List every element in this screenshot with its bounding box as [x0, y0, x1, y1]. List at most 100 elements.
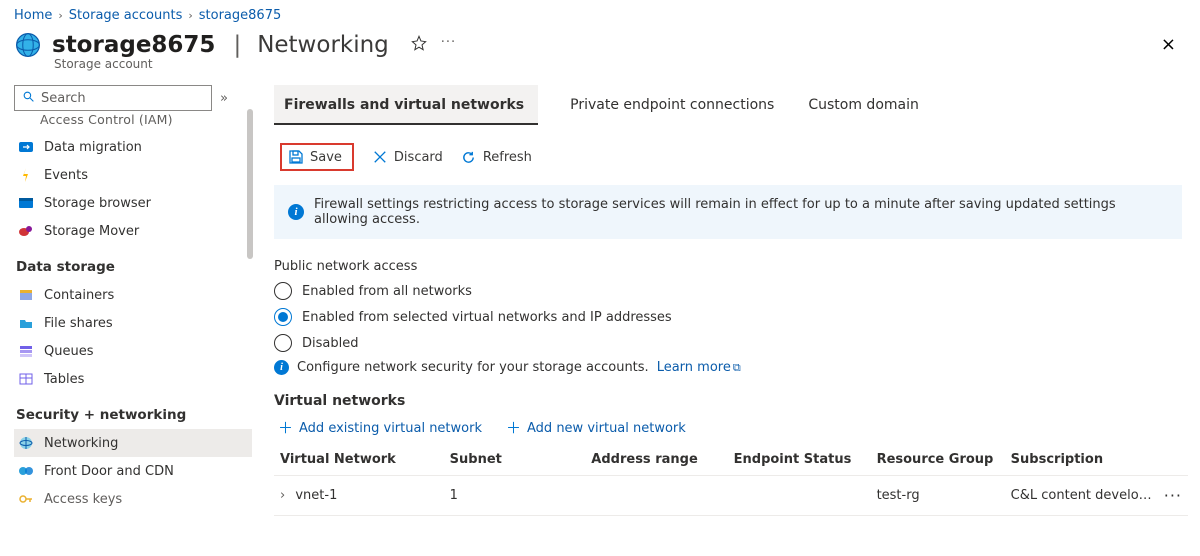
- info-icon: i: [288, 204, 304, 220]
- page-title: storage8675: [52, 32, 215, 58]
- breadcrumb-home[interactable]: Home: [14, 8, 52, 23]
- sidebar-item-label: Queues: [44, 344, 93, 359]
- plus-icon: ＋: [278, 421, 293, 436]
- sidebar-item-label: Storage Mover: [44, 224, 139, 239]
- sidebar-section-data-storage: Data storage: [16, 259, 252, 275]
- col-subscription: Subscription: [1005, 444, 1158, 476]
- main-content: Firewalls and virtual networks Private e…: [254, 79, 1200, 551]
- refresh-button[interactable]: Refresh: [461, 149, 532, 165]
- sidebar-item-file-shares[interactable]: File shares: [14, 309, 252, 337]
- front-door-icon: [18, 463, 34, 479]
- collapse-sidebar-button[interactable]: «: [220, 91, 228, 106]
- cell-virtual-network: vnet-1: [295, 488, 337, 503]
- discard-label: Discard: [394, 150, 443, 165]
- radio-label: Disabled: [302, 336, 358, 351]
- sidebar-item-access-control[interactable]: Access Control (IAM): [14, 112, 252, 133]
- tab-strip: Firewalls and virtual networks Private e…: [274, 83, 1188, 127]
- close-blade-button[interactable]: ×: [1161, 36, 1176, 54]
- cell-resource-group: test-rg: [871, 476, 1005, 516]
- cell-subnet: 1: [444, 476, 586, 516]
- virtual-networks-actions: ＋ Add existing virtual network ＋ Add new…: [278, 421, 1188, 436]
- sidebar-item-front-door[interactable]: Front Door and CDN: [14, 457, 252, 485]
- radio-label: Enabled from all networks: [302, 284, 472, 299]
- radio-disabled[interactable]: Disabled: [274, 334, 1188, 352]
- cell-endpoint-status: [728, 476, 871, 516]
- sidebar-item-storage-browser[interactable]: Storage browser: [14, 189, 252, 217]
- more-horizontal-icon[interactable]: ···: [441, 35, 456, 55]
- search-icon: [22, 90, 35, 107]
- tab-private-endpoints[interactable]: Private endpoint connections: [568, 85, 776, 125]
- col-resource-group: Resource Group: [871, 444, 1005, 476]
- sidebar-item-label: Networking: [44, 436, 118, 451]
- vnet-table: Virtual Network Subnet Address range End…: [274, 444, 1188, 516]
- chevron-right-icon: ›: [58, 9, 62, 22]
- virtual-networks-heading: Virtual networks: [274, 393, 1188, 409]
- table-row[interactable]: › vnet-1 1 test-rg C&L content develo… ·…: [274, 476, 1188, 516]
- chevron-right-icon: ›: [188, 9, 192, 22]
- sidebar-item-events[interactable]: Events: [14, 161, 252, 189]
- table-header-row: Virtual Network Subnet Address range End…: [274, 444, 1188, 476]
- save-label: Save: [310, 150, 342, 165]
- sidebar-item-access-keys[interactable]: Access keys: [14, 485, 252, 513]
- tab-custom-domain[interactable]: Custom domain: [806, 85, 921, 125]
- sidebar-item-label: Tables: [44, 372, 84, 387]
- refresh-label: Refresh: [483, 150, 532, 165]
- link-label: Add new virtual network: [527, 421, 686, 436]
- discard-icon: [372, 149, 388, 165]
- sidebar-item-label: File shares: [44, 316, 113, 331]
- info-text: Firewall settings restricting access to …: [314, 197, 1168, 227]
- radio-enabled-all[interactable]: Enabled from all networks: [274, 282, 1188, 300]
- sidebar-search[interactable]: Search: [14, 85, 212, 111]
- discard-button[interactable]: Discard: [372, 149, 443, 165]
- link-label: Add existing virtual network: [299, 421, 482, 436]
- tables-icon: [18, 371, 34, 387]
- networking-icon: [18, 435, 34, 451]
- containers-icon: [18, 287, 34, 303]
- sidebar-item-networking[interactable]: Networking: [14, 429, 252, 457]
- breadcrumb-current[interactable]: storage8675: [199, 8, 281, 23]
- col-address-range: Address range: [585, 444, 727, 476]
- sidebar-item-data-migration[interactable]: Data migration: [14, 133, 252, 161]
- sidebar-item-label: Containers: [44, 288, 114, 303]
- events-icon: [18, 167, 34, 183]
- sidebar-item-label: Data migration: [44, 140, 142, 155]
- sidebar-item-tables[interactable]: Tables: [14, 365, 252, 393]
- external-link-icon: ⧉: [733, 361, 741, 374]
- sidebar-scrollbar[interactable]: [247, 109, 253, 259]
- add-new-vnet-button[interactable]: ＋ Add new virtual network: [506, 421, 686, 436]
- public-access-hint: i Configure network security for your st…: [274, 360, 1188, 375]
- row-more-actions-button[interactable]: ···: [1158, 476, 1188, 516]
- tab-firewalls[interactable]: Firewalls and virtual networks: [274, 85, 538, 125]
- storage-browser-icon: [18, 195, 34, 211]
- page-title-row: storage8675 | Networking ··· ×: [0, 27, 1200, 59]
- add-existing-vnet-button[interactable]: ＋ Add existing virtual network: [278, 421, 482, 436]
- command-bar: Save Discard Refresh: [274, 127, 1188, 185]
- sidebar-section-security: Security + networking: [16, 407, 252, 423]
- breadcrumb-storage-accounts[interactable]: Storage accounts: [69, 8, 183, 23]
- sidebar-item-containers[interactable]: Containers: [14, 281, 252, 309]
- search-placeholder: Search: [41, 91, 86, 106]
- sidebar-item-storage-mover[interactable]: Storage Mover: [14, 217, 252, 245]
- page-subtitle: Networking: [257, 32, 389, 58]
- resource-type-caption: Storage account: [0, 57, 1200, 79]
- row-expand-chevron-icon[interactable]: ›: [280, 488, 285, 503]
- favorite-star-icon[interactable]: [411, 35, 427, 55]
- breadcrumb: Home › Storage accounts › storage8675: [0, 0, 1200, 27]
- title-divider: |: [233, 32, 241, 58]
- sidebar-item-label: Front Door and CDN: [44, 464, 174, 479]
- radio-icon: [274, 282, 292, 300]
- public-access-label: Public network access: [274, 259, 1188, 274]
- sidebar-item-queues[interactable]: Queues: [14, 337, 252, 365]
- learn-more-link[interactable]: Learn more⧉: [657, 360, 741, 375]
- data-migration-icon: [18, 139, 34, 155]
- queues-icon: [18, 343, 34, 359]
- sidebar-item-label: Access keys: [44, 492, 122, 507]
- col-subnet: Subnet: [444, 444, 586, 476]
- access-keys-icon: [18, 491, 34, 507]
- cell-address-range: [585, 476, 727, 516]
- save-button[interactable]: Save: [280, 143, 354, 171]
- sidebar-item-label: Storage browser: [44, 196, 151, 211]
- radio-enabled-selected[interactable]: Enabled from selected virtual networks a…: [274, 308, 1188, 326]
- file-shares-icon: [18, 315, 34, 331]
- radio-icon: [274, 334, 292, 352]
